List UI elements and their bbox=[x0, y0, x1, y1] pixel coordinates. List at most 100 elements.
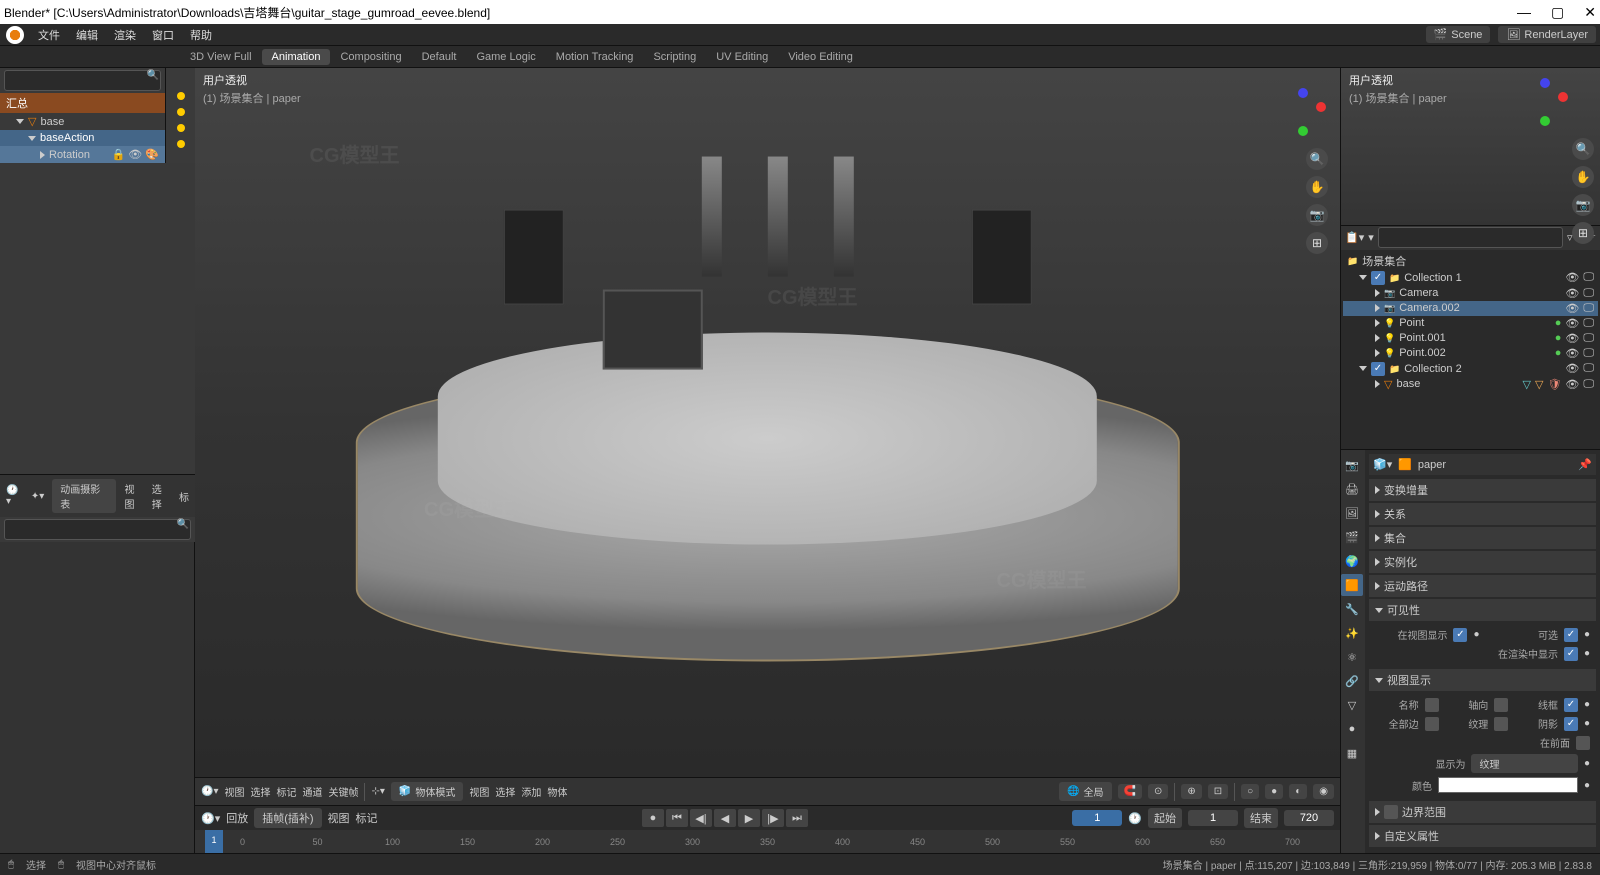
dopesheet-search-input2[interactable] bbox=[4, 519, 191, 540]
collection1-row[interactable]: Collection 1 👁 🖵 bbox=[1343, 270, 1598, 286]
camera-icon[interactable]: 📷 bbox=[1572, 194, 1594, 216]
view-menu[interactable]: 视图 bbox=[224, 784, 244, 799]
color-field[interactable] bbox=[1438, 777, 1578, 793]
tab-output[interactable]: 🖨 bbox=[1341, 478, 1363, 500]
section-bounds[interactable]: 边界范围 bbox=[1369, 801, 1596, 823]
section-transform[interactable]: 变换增量 bbox=[1369, 479, 1596, 501]
outliner-search-input[interactable] bbox=[1378, 227, 1563, 248]
start-frame-input[interactable]: 1 bbox=[1188, 810, 1238, 826]
zoom-icon[interactable]: 🔍 bbox=[1572, 138, 1594, 160]
zoom-icon[interactable]: 🔍 bbox=[1306, 148, 1328, 170]
marker-menu[interactable]: 标记 bbox=[276, 784, 296, 799]
sync-icon[interactable]: 🕐 bbox=[1128, 812, 1142, 825]
selectable-checkbox[interactable] bbox=[1564, 628, 1578, 642]
cursor-icon[interactable]: ⊹▾ bbox=[371, 786, 384, 797]
section-motion[interactable]: 运动路径 bbox=[1369, 575, 1596, 597]
tab-particle[interactable]: ✨ bbox=[1341, 622, 1363, 644]
mode-select[interactable]: 🧊 物体模式 bbox=[391, 782, 463, 801]
3d-viewport[interactable]: 用户透视 (1) 场景集合 | paper CG模型王 CG模型王 CG模型王 … bbox=[195, 68, 1340, 777]
next-keyframe-button[interactable]: |▶ bbox=[762, 809, 784, 827]
tab-motiontracking[interactable]: Motion Tracking bbox=[546, 49, 644, 65]
tab-material[interactable]: ● bbox=[1341, 718, 1363, 740]
object-menu[interactable]: 物体 bbox=[547, 784, 567, 799]
tab-object[interactable]: 🟧 bbox=[1341, 574, 1363, 596]
shading-matprev[interactable]: ◐ bbox=[1289, 784, 1307, 799]
marker-menu[interactable]: 标 bbox=[179, 489, 189, 504]
tab-gamelogic[interactable]: Game Logic bbox=[466, 49, 545, 65]
orientation-select[interactable]: 🌐 全局 bbox=[1059, 782, 1111, 801]
tab-uvediting[interactable]: UV Editing bbox=[706, 49, 778, 65]
camera002-row[interactable]: Camera.002 👁 🖵 bbox=[1343, 301, 1598, 316]
tab-texture[interactable]: ▦ bbox=[1341, 742, 1363, 764]
menu-file[interactable]: 文件 bbox=[30, 27, 68, 43]
disable-icon[interactable]: 🖵 bbox=[1583, 271, 1594, 284]
show-viewport-checkbox[interactable] bbox=[1453, 628, 1467, 642]
shading-solid[interactable]: ● bbox=[1265, 784, 1283, 799]
channel-menu[interactable]: 通道 bbox=[302, 784, 322, 799]
section-instancing[interactable]: 实例化 bbox=[1369, 551, 1596, 573]
snap-button[interactable]: 🧲 bbox=[1118, 784, 1142, 799]
section-viewport-display[interactable]: 视图显示 bbox=[1369, 669, 1596, 691]
keyframe-icon[interactable] bbox=[177, 92, 185, 100]
display-mode-icon[interactable]: ▾ bbox=[1368, 231, 1374, 244]
texture-checkbox[interactable] bbox=[1494, 717, 1508, 731]
tab-modifier[interactable]: 🔧 bbox=[1341, 598, 1363, 620]
editor-type-icon[interactable]: 📋▾ bbox=[1345, 231, 1364, 244]
collection2-row[interactable]: Collection 2 👁 🖵 bbox=[1343, 361, 1598, 377]
tab-3dviewfull[interactable]: 3D View Full bbox=[180, 49, 262, 65]
point-row[interactable]: Point ● 👁 🖵 bbox=[1343, 316, 1598, 331]
name-checkbox[interactable] bbox=[1425, 698, 1439, 712]
shading-render[interactable]: ◉ bbox=[1313, 784, 1334, 799]
shadow-checkbox[interactable] bbox=[1564, 717, 1578, 731]
view-menu[interactable]: 视图 bbox=[124, 481, 143, 511]
maximize-button[interactable]: ▢ bbox=[1551, 4, 1564, 21]
tab-compositing[interactable]: Compositing bbox=[330, 49, 411, 65]
select-menu[interactable]: 选择 bbox=[152, 481, 171, 511]
base-row[interactable]: base bbox=[0, 113, 165, 130]
tab-world[interactable]: 🌍 bbox=[1341, 550, 1363, 572]
overlays-button[interactable]: ⊕ bbox=[1181, 784, 1201, 799]
camera-icon[interactable]: 📷 bbox=[1306, 204, 1328, 226]
scene-collection-row[interactable]: 场景集合 bbox=[1343, 252, 1598, 270]
dopesheet-search-input[interactable] bbox=[4, 70, 161, 91]
mode-icon[interactable]: ✦▾ bbox=[31, 491, 44, 502]
object-name[interactable]: paper bbox=[1418, 459, 1446, 471]
axis-checkbox[interactable] bbox=[1494, 698, 1508, 712]
autokeying-button[interactable]: ● bbox=[642, 809, 664, 827]
shading-wire[interactable]: ○ bbox=[1241, 784, 1259, 799]
add-menu[interactable]: 添加 bbox=[521, 784, 541, 799]
persp-icon[interactable]: ⊞ bbox=[1306, 232, 1328, 254]
keyframe-icon[interactable] bbox=[177, 140, 185, 148]
nav-gizmo2[interactable] bbox=[1520, 78, 1570, 128]
section-relations[interactable]: 关系 bbox=[1369, 503, 1596, 525]
menu-edit[interactable]: 编辑 bbox=[68, 27, 106, 43]
pan-icon[interactable]: ✋ bbox=[1306, 176, 1328, 198]
baseaction-row[interactable]: baseAction bbox=[0, 130, 165, 146]
y-axis-icon[interactable] bbox=[1298, 126, 1308, 136]
point001-row[interactable]: Point.001 ● 👁 🖵 bbox=[1343, 331, 1598, 346]
tab-animation[interactable]: Animation bbox=[262, 49, 331, 65]
scene-selector[interactable]: 🎬 Scene bbox=[1426, 26, 1491, 43]
z-axis-icon[interactable] bbox=[1298, 88, 1308, 98]
view-menu2[interactable]: 视图 bbox=[469, 784, 489, 799]
collection-checkbox[interactable] bbox=[1371, 271, 1385, 285]
keyframe-menu[interactable]: 关键帧 bbox=[328, 784, 358, 799]
tab-data[interactable]: ▽ bbox=[1341, 694, 1363, 716]
renderlayer-selector[interactable]: 🖼 RenderLayer bbox=[1498, 26, 1596, 43]
menu-help[interactable]: 帮助 bbox=[182, 27, 220, 43]
prev-keyframe-button[interactable]: ◀| bbox=[690, 809, 712, 827]
editor-type-icon[interactable]: 🕐▾ bbox=[201, 786, 218, 797]
marker-menu[interactable]: 标记 bbox=[356, 810, 378, 826]
play-button[interactable]: ▶ bbox=[738, 809, 760, 827]
timeline-ruler[interactable]: 1 0 50 100 150 200 250 300 350 400 450 5… bbox=[195, 830, 1340, 853]
current-frame-input[interactable]: 1 bbox=[1072, 810, 1122, 826]
menu-window[interactable]: 窗口 bbox=[144, 27, 182, 43]
tab-scripting[interactable]: Scripting bbox=[643, 49, 706, 65]
close-button[interactable]: ✕ bbox=[1584, 4, 1596, 21]
keyframe-icon[interactable] bbox=[177, 124, 185, 132]
select-menu2[interactable]: 选择 bbox=[495, 784, 515, 799]
view-menu[interactable]: 视图 bbox=[328, 810, 350, 826]
jump-start-button[interactable]: ⏮ bbox=[666, 809, 688, 827]
tab-default[interactable]: Default bbox=[412, 49, 467, 65]
alledges-checkbox[interactable] bbox=[1425, 717, 1439, 731]
